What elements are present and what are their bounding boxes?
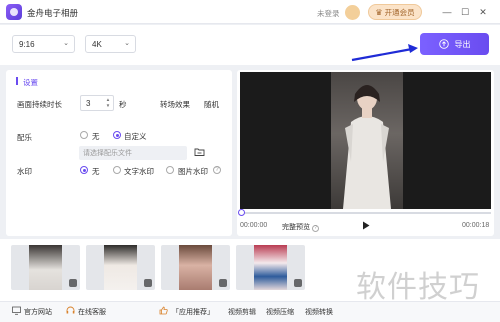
preview-photo bbox=[331, 72, 403, 209]
online-service-link[interactable]: 在线客服 bbox=[78, 307, 106, 317]
music-file-input[interactable]: 请选择配乐文件 bbox=[79, 146, 187, 160]
help-icon[interactable]: ? bbox=[213, 166, 221, 174]
settings-title: 设置 bbox=[23, 78, 38, 87]
duration-label: 画面持续时长 bbox=[17, 100, 62, 109]
watermark-text-radio[interactable] bbox=[113, 166, 121, 174]
thumbnail-item[interactable] bbox=[236, 245, 305, 290]
full-preview-toggle[interactable]: 完整预览 ? bbox=[282, 222, 319, 232]
music-custom-label[interactable]: 自定义 bbox=[124, 131, 147, 142]
vip-button[interactable]: ♛ 开通会员 bbox=[368, 4, 422, 20]
transition-label: 转场效果 bbox=[160, 100, 190, 109]
section-marker bbox=[16, 77, 18, 85]
vip-label: 开通会员 bbox=[384, 7, 415, 17]
resolution-select[interactable]: 4K ⌄ bbox=[85, 35, 136, 53]
chevron-down-icon: ⌄ bbox=[124, 40, 130, 47]
watermark-none-label[interactable]: 无 bbox=[92, 166, 100, 177]
music-none-label[interactable]: 无 bbox=[92, 131, 100, 142]
upload-icon bbox=[438, 39, 449, 49]
watermark-label: 水印 bbox=[17, 167, 32, 176]
maximize-icon[interactable]: ☐ bbox=[459, 5, 471, 19]
footer-link-video-convert[interactable]: 视频转换 bbox=[305, 307, 333, 317]
thumbnail-photo bbox=[179, 245, 212, 290]
login-status[interactable]: 未登录 bbox=[317, 8, 340, 19]
duration-unit: 秒 bbox=[119, 100, 127, 109]
watermark-none-radio[interactable] bbox=[80, 166, 88, 174]
app-title: 金舟电子相册 bbox=[27, 8, 79, 18]
thumbnail-photo bbox=[104, 245, 137, 290]
help-icon: ? bbox=[311, 225, 319, 232]
watermark-image-label[interactable]: 图片水印 bbox=[178, 166, 208, 177]
music-custom-radio[interactable] bbox=[113, 131, 121, 139]
site-watermark: 软件技巧 bbox=[356, 270, 480, 305]
watermark-text-label[interactable]: 文字水印 bbox=[124, 166, 154, 177]
footer-link-video-compress[interactable]: 视频压缩 bbox=[266, 307, 294, 317]
aspect-ratio-value: 9:16 bbox=[19, 39, 35, 49]
duration-input[interactable]: 3 ▲ ▼ bbox=[80, 95, 114, 111]
thumbnail-item[interactable] bbox=[86, 245, 155, 290]
total-time: 00:00:18 bbox=[462, 222, 490, 229]
thumbnail-photo bbox=[254, 245, 287, 290]
aspect-ratio-select[interactable]: 9:16 ⌄ bbox=[12, 35, 75, 53]
avatar[interactable] bbox=[345, 5, 360, 20]
duration-stepper[interactable]: ▲ ▼ bbox=[105, 97, 111, 109]
minimize-icon[interactable]: — bbox=[441, 5, 453, 19]
thumbs-up-icon bbox=[159, 306, 168, 315]
chevron-down-icon: ⌄ bbox=[63, 40, 69, 47]
close-icon[interactable]: ✕ bbox=[477, 5, 489, 19]
music-none-radio[interactable] bbox=[80, 131, 88, 139]
headset-icon bbox=[66, 306, 75, 314]
current-time: 00:00:00 bbox=[240, 222, 268, 229]
resolution-value: 4K bbox=[92, 39, 102, 49]
progress-track[interactable] bbox=[240, 212, 491, 214]
delete-icon[interactable] bbox=[144, 279, 152, 287]
crown-icon: ♛ bbox=[375, 7, 383, 17]
delete-icon[interactable] bbox=[69, 279, 77, 287]
delete-icon[interactable] bbox=[294, 279, 302, 287]
watermark-image-radio[interactable] bbox=[166, 166, 174, 174]
export-button[interactable]: 导出 bbox=[420, 33, 489, 55]
progress-handle[interactable] bbox=[238, 209, 245, 216]
thumbnail-photo bbox=[29, 245, 62, 290]
app-logo-icon bbox=[6, 4, 22, 20]
music-label: 配乐 bbox=[17, 133, 32, 142]
duration-value: 3 bbox=[86, 98, 91, 108]
official-site-link[interactable]: 官方网站 bbox=[24, 307, 52, 317]
footer-link-video-edit[interactable]: 视频剪辑 bbox=[228, 307, 256, 317]
thumbnail-item[interactable] bbox=[11, 245, 80, 290]
transition-value[interactable]: 随机 bbox=[204, 99, 219, 110]
monitor-icon bbox=[12, 306, 21, 315]
thumbnail-item[interactable] bbox=[161, 245, 230, 290]
play-icon[interactable] bbox=[362, 221, 370, 230]
full-preview-label: 完整预览 bbox=[282, 224, 310, 231]
export-label: 导出 bbox=[454, 39, 471, 49]
delete-icon[interactable] bbox=[219, 279, 227, 287]
app-recommend-label: 「应用推荐」 bbox=[172, 309, 214, 316]
folder-icon[interactable] bbox=[194, 146, 205, 157]
